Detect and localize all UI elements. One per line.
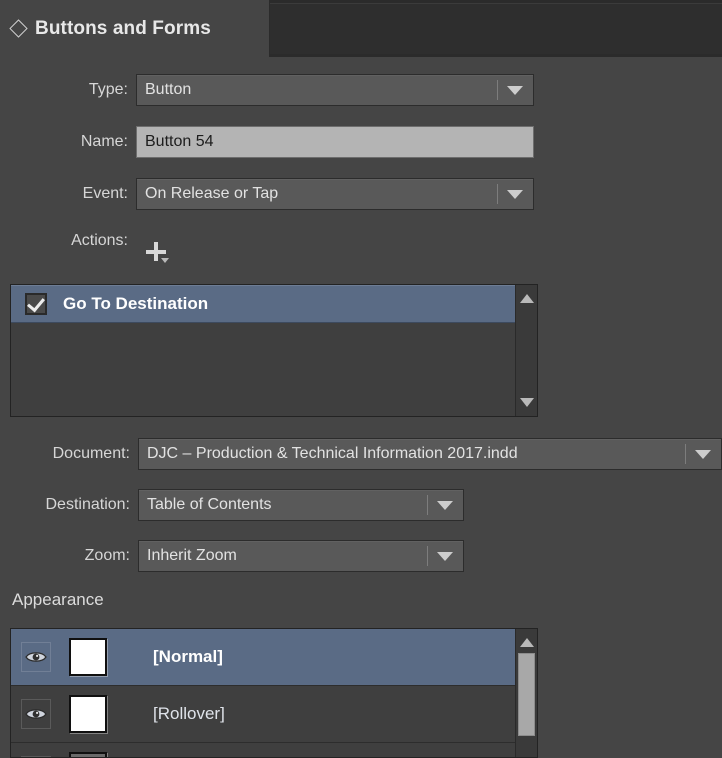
visibility-toggle-normal[interactable] (21, 642, 51, 672)
appearance-state-rollover[interactable]: [Rollover] (11, 686, 515, 743)
chevron-down-icon (695, 450, 711, 459)
state-swatch-partial[interactable] (69, 752, 107, 758)
action-enabled-checkbox[interactable] (25, 293, 47, 315)
state-swatch-normal[interactable] (69, 638, 107, 676)
appearance-list-rows: [Normal] [Rollover] (11, 629, 515, 757)
name-row: Name: Button 54 (0, 126, 534, 158)
type-row: Type: Button (0, 74, 534, 106)
actions-label: Actions: (0, 232, 128, 250)
scroll-up-icon[interactable] (520, 294, 534, 303)
tab-buttons-and-forms[interactable]: Buttons and Forms (0, 0, 270, 57)
appearance-label: [Rollover] (153, 704, 225, 724)
chevron-down-icon (437, 552, 453, 561)
select-divider (497, 184, 498, 204)
chevron-down-icon (437, 501, 453, 510)
zoom-label: Zoom: (0, 547, 130, 565)
actions-row: Actions: (0, 232, 300, 250)
appearance-list[interactable]: [Normal] [Rollover] (10, 628, 538, 758)
appearance-heading: Appearance (12, 590, 104, 610)
buttons-and-forms-panel: Buttons and Forms Type: Button Name: But… (0, 0, 722, 758)
zoom-row: Zoom: Inherit Zoom (0, 540, 470, 572)
visibility-toggle-rollover[interactable] (21, 699, 51, 729)
destination-select[interactable]: Table of Contents (138, 489, 464, 521)
scroll-up-icon[interactable] (520, 638, 534, 647)
event-value: On Release or Tap (137, 185, 497, 203)
check-icon (27, 294, 45, 313)
name-input[interactable]: Button 54 (136, 126, 534, 158)
diamond-icon (9, 19, 27, 37)
event-row: Event: On Release or Tap (0, 178, 534, 210)
eye-icon (25, 650, 47, 664)
appearance-list-scrollbar[interactable] (515, 629, 537, 757)
panel-title: Buttons and Forms (35, 18, 211, 40)
type-label: Type: (0, 81, 128, 99)
type-value: Button (137, 81, 497, 99)
eye-icon (25, 707, 47, 721)
appearance-state-partial[interactable] (11, 743, 515, 758)
action-label: Go To Destination (63, 294, 208, 314)
action-list-item[interactable]: Go To Destination (11, 285, 515, 323)
zoom-select[interactable]: Inherit Zoom (138, 540, 464, 572)
state-swatch-rollover[interactable] (69, 695, 107, 733)
document-select[interactable]: DJC – Production & Technical Information… (138, 438, 722, 470)
name-label: Name: (0, 133, 128, 151)
select-divider (497, 80, 498, 100)
select-divider (685, 444, 686, 464)
actions-list[interactable]: Go To Destination (10, 284, 538, 417)
event-label: Event: (0, 185, 128, 203)
chevron-down-icon (507, 190, 523, 199)
appearance-label: [Normal] (153, 647, 223, 667)
destination-label: Destination: (0, 496, 130, 514)
panel-tab-bar: Buttons and Forms (0, 0, 722, 57)
scroll-down-icon[interactable] (520, 398, 534, 407)
scrollbar-thumb[interactable] (518, 653, 535, 736)
chevron-down-icon (507, 86, 523, 95)
actions-list-rows: Go To Destination (11, 285, 515, 416)
destination-row: Destination: Table of Contents (0, 489, 470, 521)
select-divider (427, 546, 428, 566)
document-value: DJC – Production & Technical Information… (139, 445, 685, 463)
destination-value: Table of Contents (139, 496, 427, 514)
document-row: Document: DJC – Production & Technical I… (0, 438, 722, 470)
type-select[interactable]: Button (136, 74, 534, 106)
name-value: Button 54 (137, 133, 214, 151)
select-divider (427, 495, 428, 515)
tab-bar-empty-area (269, 3, 722, 54)
event-select[interactable]: On Release or Tap (136, 178, 534, 210)
zoom-value: Inherit Zoom (139, 547, 427, 565)
actions-list-scrollbar[interactable] (515, 285, 537, 416)
appearance-state-normal[interactable]: [Normal] (11, 629, 515, 686)
document-label: Document: (0, 445, 130, 463)
